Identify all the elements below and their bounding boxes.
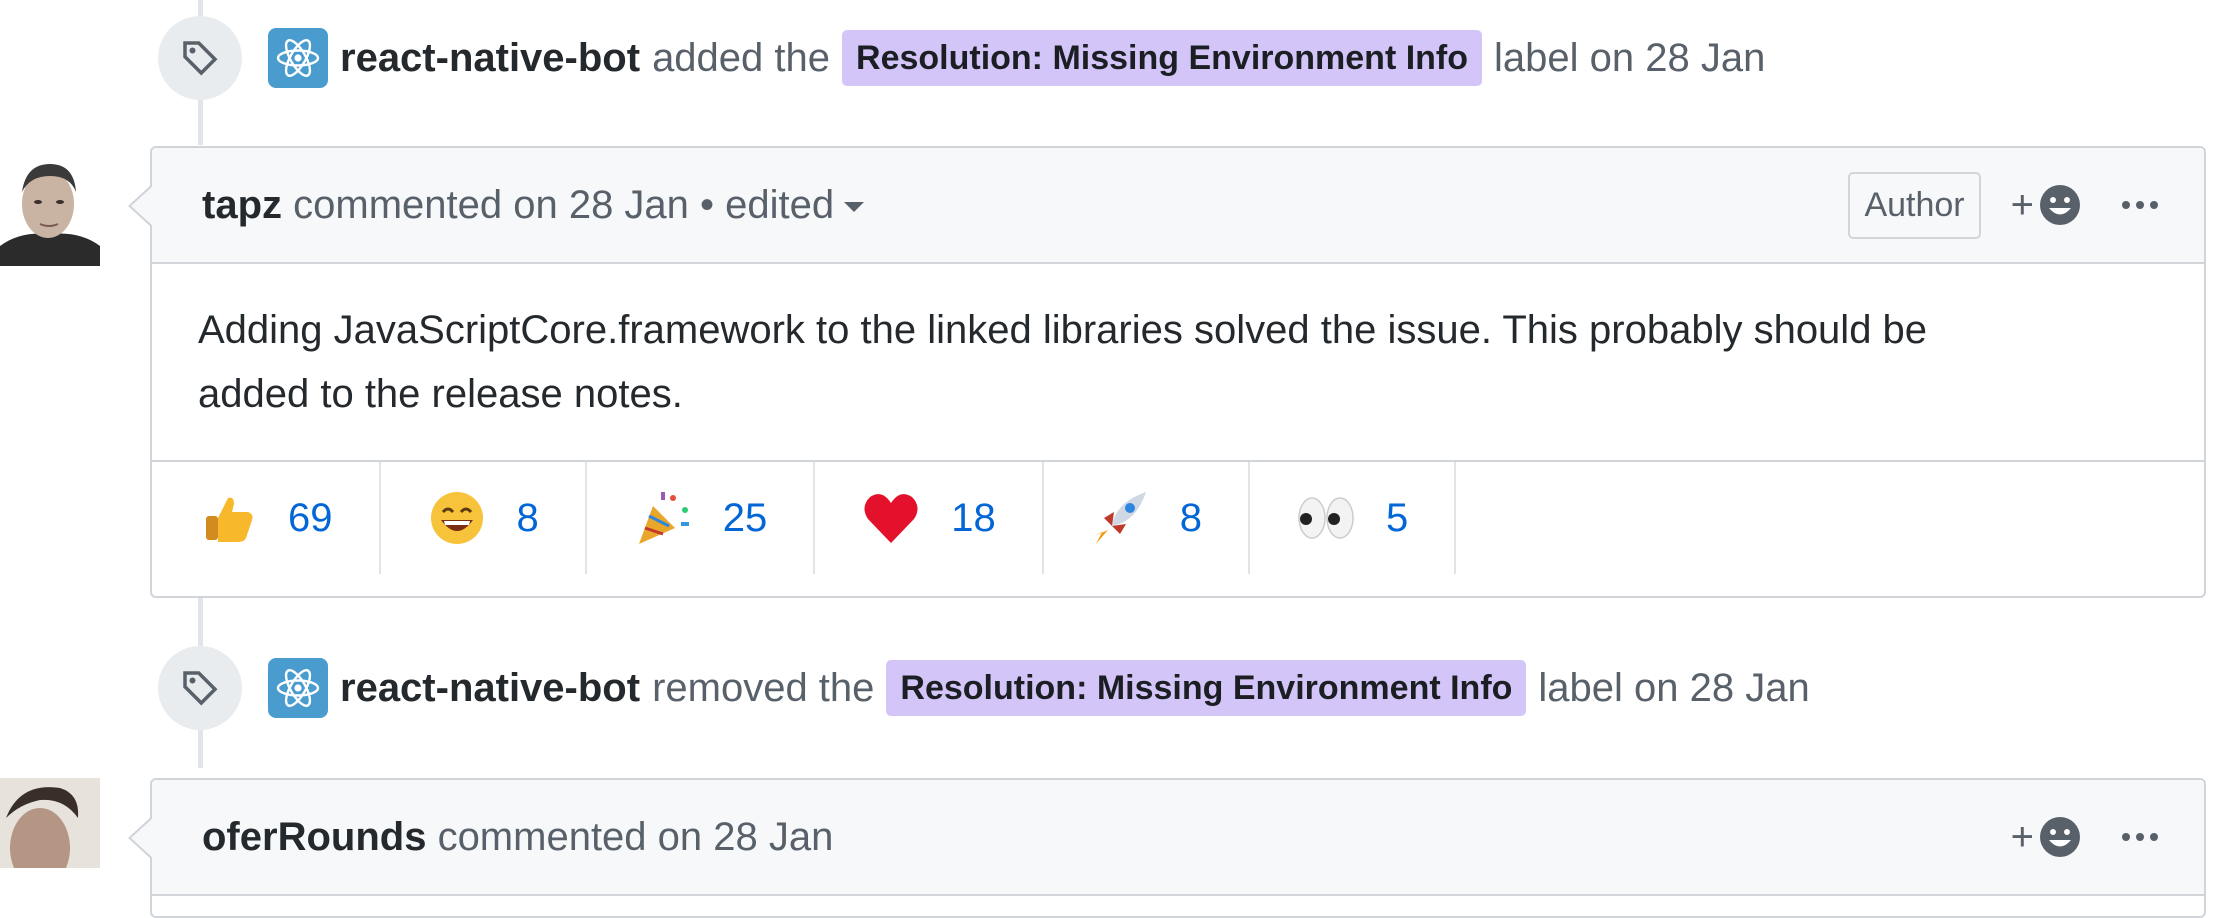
comment-box: tapz commented on 28 Jan • edited Author…	[128, 146, 2206, 598]
plus-icon: +	[2010, 182, 2034, 227]
add-reaction-button[interactable]: +	[2011, 815, 2082, 860]
comment-header: tapz commented on 28 Jan • edited Author…	[152, 148, 2204, 264]
tag-icon	[158, 646, 242, 730]
reactions-bar: 69 8 25 18 8 5	[152, 460, 2204, 574]
event-suffix-text: label on 28 Jan	[1494, 35, 1766, 80]
timeline-event-label-added: react-native-bot added the Resolution: M…	[158, 16, 1766, 100]
rocket-icon	[1090, 488, 1150, 548]
reaction-count: 69	[288, 495, 333, 540]
comment-meta[interactable]: commented on 28 Jan • edited	[293, 183, 834, 227]
label-badge[interactable]: Resolution: Missing Environment Info	[842, 30, 1483, 86]
laugh-icon	[427, 488, 487, 548]
reaction-count: 8	[516, 495, 539, 540]
react-logo-icon[interactable]	[268, 658, 328, 718]
reaction-heart[interactable]: 18	[815, 462, 1044, 574]
hooray-icon	[633, 488, 693, 548]
comment-author-link[interactable]: tapz	[202, 183, 282, 227]
event-suffix-text: label on 28 Jan	[1538, 665, 1810, 710]
avatar[interactable]	[0, 778, 100, 868]
reaction-rocket[interactable]: 8	[1044, 462, 1250, 574]
reaction-count: 8	[1179, 495, 1202, 540]
comment-arrow	[128, 816, 153, 860]
eyes-icon	[1296, 488, 1356, 548]
comment-meta[interactable]: commented on 28 Jan	[438, 815, 834, 859]
more-options-icon[interactable]	[2122, 201, 2158, 209]
reaction-laugh[interactable]: 8	[381, 462, 587, 574]
thumbs-up-icon	[198, 488, 258, 548]
event-actor-link[interactable]: react-native-bot	[340, 666, 640, 711]
comment-body-line: Adding JavaScriptCore.framework to the l…	[198, 308, 1928, 352]
add-reaction-button[interactable]: +	[2011, 183, 2082, 228]
reaction-eyes[interactable]: 5	[1250, 462, 1457, 574]
chevron-down-icon[interactable]	[844, 201, 865, 212]
heart-icon	[861, 488, 921, 548]
more-options-icon[interactable]	[2122, 833, 2158, 841]
reaction-count: 18	[951, 495, 996, 540]
comment-arrow	[128, 184, 153, 228]
react-logo-icon[interactable]	[268, 28, 328, 88]
comment-box: oferRounds commented on 28 Jan +	[128, 778, 2206, 918]
plus-icon: +	[2010, 814, 2034, 859]
comment-body: Adding JavaScriptCore.framework to the l…	[152, 264, 2204, 460]
timeline-event-label-removed: react-native-bot removed the Resolution:…	[158, 646, 1810, 730]
author-badge: Author	[1848, 171, 1981, 239]
avatar[interactable]	[0, 146, 100, 266]
comment-header: oferRounds commented on 28 Jan +	[152, 780, 2204, 896]
label-badge[interactable]: Resolution: Missing Environment Info	[886, 660, 1527, 716]
reaction-thumbs-up[interactable]: 69	[152, 462, 381, 574]
comment-body-line: added to the release notes.	[198, 372, 683, 416]
tag-icon	[158, 16, 242, 100]
comment-author-link[interactable]: oferRounds	[202, 815, 426, 859]
reaction-count: 5	[1386, 495, 1409, 540]
event-action-text: added the	[652, 35, 831, 80]
smiley-icon	[2040, 817, 2080, 857]
smiley-icon	[2040, 185, 2080, 225]
event-action-text: removed the	[652, 665, 875, 710]
reaction-hooray[interactable]: 25	[587, 462, 816, 574]
event-actor-link[interactable]: react-native-bot	[340, 36, 640, 81]
reaction-count: 25	[722, 495, 768, 540]
